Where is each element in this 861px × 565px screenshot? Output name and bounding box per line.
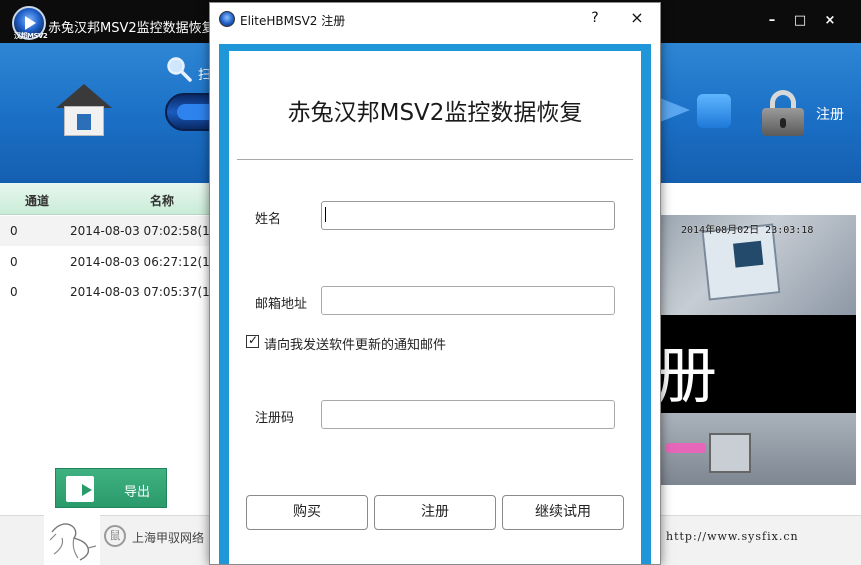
buy-button[interactable]: 购买 [246,495,368,530]
preview-overlay-text: 册 [661,339,718,412]
toolbar-square-button[interactable] [697,94,731,128]
horse-logo [44,514,100,565]
search-icon[interactable] [166,56,192,82]
scan-button[interactable] [165,93,217,131]
app-title: 赤兔汉邦MSV2监控数据恢复 [48,21,215,36]
name-label: 姓名 [255,212,282,227]
name-field[interactable] [321,201,615,230]
help-button[interactable]: ? [586,9,604,27]
dialog-heading: 赤兔汉邦MSV2监控数据恢复 [287,100,583,126]
checkmark-icon: ✓ [248,333,259,347]
dialog-frame: 赤兔汉邦MSV2监控数据恢复 姓名 邮箱地址 ✓ 请向我发送软件更新的通知邮件 … [219,44,651,564]
table-row[interactable]: 0 2014-08-03 07:05:37(13s [0,277,224,307]
next-arrow-icon[interactable] [660,98,690,122]
cell-name: 2014-08-03 07:02:58(172 [70,224,226,238]
email-label: 邮箱地址 [255,297,308,312]
dialog-close-button[interactable]: × [628,9,646,27]
notify-checkbox[interactable]: ✓ [246,333,259,348]
cell-channel: 0 [10,255,18,269]
recordings-table: 通道 名称 0 2014-08-03 07:02:58(172 0 2014-0… [0,183,225,515]
preview-timestamp: 2014年08月02日 23:03:18 [681,225,814,236]
website-link[interactable]: http://www.sysfix.cn [666,530,799,543]
cell-channel: 0 [10,285,18,299]
minimize-button[interactable]: – [765,14,779,28]
dialog-titlebar[interactable]: EliteHBMSV2 注册 ? × [210,3,660,35]
divider [237,159,633,160]
column-header-channel[interactable]: 通道 [25,192,49,209]
register-toolbar-label[interactable]: 注册 [816,104,844,124]
registration-dialog: EliteHBMSV2 注册 ? × 赤兔汉邦MSV2监控数据恢复 姓名 邮箱地… [209,2,661,565]
text-caret [325,207,326,222]
export-label: 导出 [124,485,151,500]
dialog-content: 赤兔汉邦MSV2监控数据恢复 姓名 邮箱地址 ✓ 请向我发送软件更新的通知邮件 … [229,51,641,564]
app-close-button[interactable]: × [823,14,837,28]
continue-trial-button[interactable]: 继续试用 [502,495,624,530]
column-header-name[interactable]: 名称 [150,192,174,209]
export-icon [66,476,94,502]
home-icon [56,84,112,108]
export-button[interactable]: 导出 [55,468,167,508]
company-name[interactable]: 上海甲驭网络 [132,529,204,546]
home-button[interactable] [56,84,112,138]
app-logo-text: 汉邦MSV2 [14,32,48,40]
cell-name: 2014-08-03 06:27:12(182 [70,255,226,269]
table-row[interactable]: 0 2014-08-03 06:27:12(182 [0,247,225,277]
company-icon: 鼠 [104,525,126,547]
maximize-button[interactable]: □ [793,14,807,28]
table-header: 通道 名称 [0,183,210,215]
registration-code-label: 注册码 [255,411,295,426]
email-field[interactable] [321,286,615,315]
video-preview: 2014年08月02日 23:03:18 册 [661,215,856,485]
cell-name: 2014-08-03 07:05:37(13s [70,285,224,299]
dialog-app-icon [219,11,235,27]
lock-icon[interactable] [762,90,804,136]
registration-code-field[interactable] [321,400,615,429]
notify-checkbox-label[interactable]: 请向我发送软件更新的通知邮件 [264,334,446,353]
dialog-title: EliteHBMSV2 注册 [240,14,346,28]
register-button[interactable]: 注册 [374,495,496,530]
cell-channel: 0 [10,224,18,238]
table-row[interactable]: 0 2014-08-03 07:02:58(172 [0,216,225,246]
